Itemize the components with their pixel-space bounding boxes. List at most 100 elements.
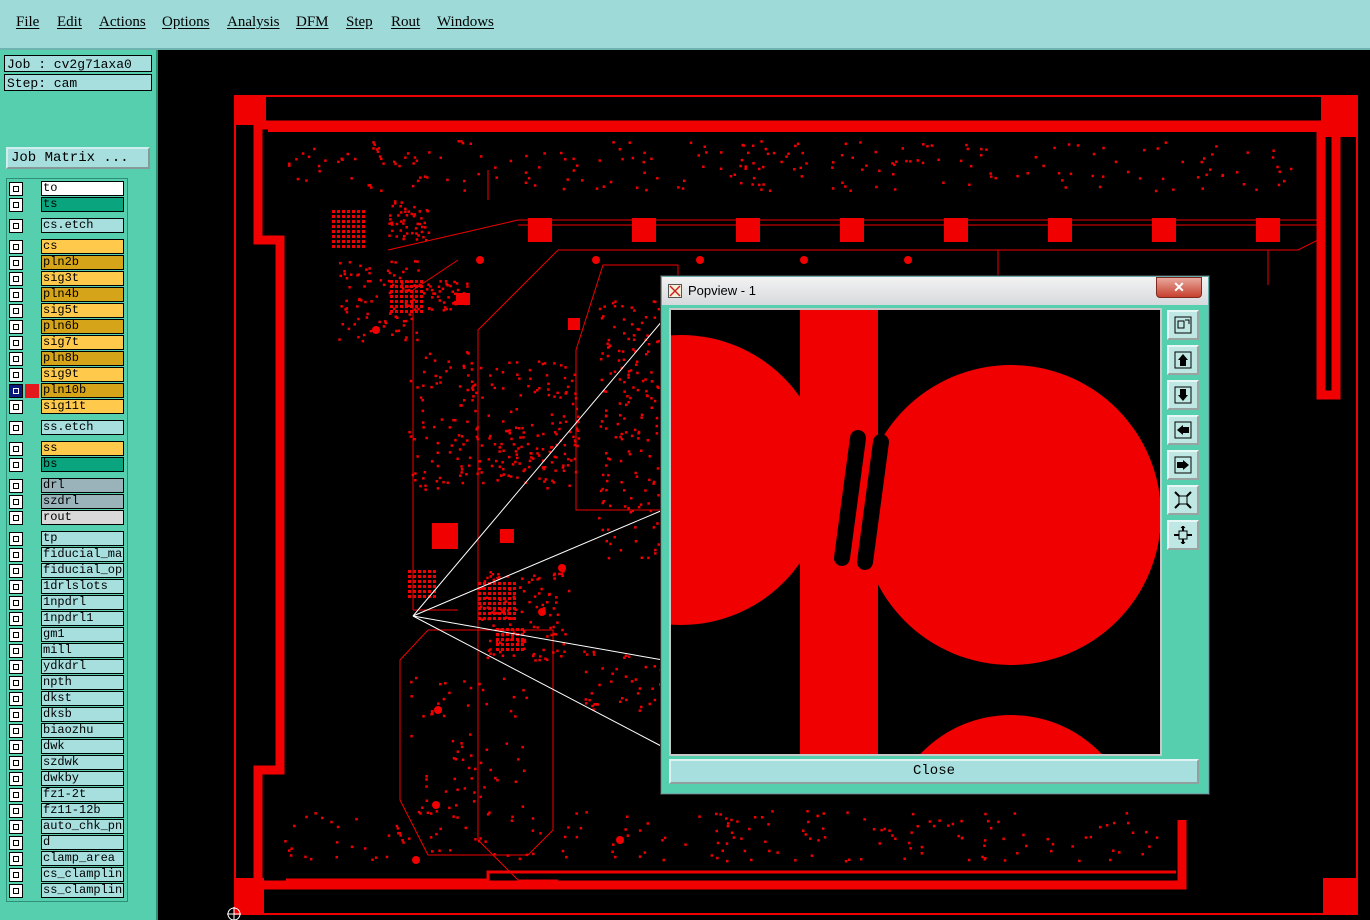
layer-row-fz11-12b[interactable]: fz11-12b [7, 803, 127, 819]
layer-row-auto_chk_pnl[interactable]: auto_chk_pnl [7, 819, 127, 835]
layer-row-ss_clampline[interactable]: ss_clampline [7, 883, 127, 899]
layer-checkbox[interactable] [9, 384, 23, 398]
layer-checkbox[interactable] [9, 495, 23, 509]
layer-checkbox[interactable] [9, 256, 23, 270]
layer-row-szdwk[interactable]: szdwk [7, 755, 127, 771]
zoom-fit-icon[interactable] [1167, 310, 1199, 340]
pan-right-icon[interactable] [1167, 450, 1199, 480]
layer-row-dwk[interactable]: dwk [7, 739, 127, 755]
layer-name[interactable]: dksb [41, 707, 124, 722]
menu-dfm[interactable]: DFM [296, 14, 329, 31]
layer-checkbox[interactable] [9, 724, 23, 738]
menu-file[interactable]: File [16, 14, 39, 31]
layer-checkbox[interactable] [9, 288, 23, 302]
layer-name[interactable]: dwk [41, 739, 124, 754]
layer-list[interactable]: to ts cs.etch cs pln2b sig3t pln4b sig5t pln6b si… [6, 178, 128, 902]
layer-checkbox[interactable] [9, 756, 23, 770]
layer-checkbox[interactable] [9, 596, 23, 610]
layer-name[interactable]: dkst [41, 691, 124, 706]
layer-name[interactable]: pln2b [41, 255, 124, 270]
layer-name[interactable]: clamp_area [41, 851, 124, 866]
layer-name[interactable]: sig11t [41, 399, 124, 414]
layer-checkbox[interactable] [9, 788, 23, 802]
layer-row-bs[interactable]: bs [7, 457, 127, 473]
layer-checkbox[interactable] [9, 820, 23, 834]
layer-checkbox[interactable] [9, 548, 23, 562]
layer-name[interactable]: 1npdrl [41, 595, 124, 610]
layer-name[interactable]: pln6b [41, 319, 124, 334]
layer-row-gm1[interactable]: gm1 [7, 627, 127, 643]
layer-checkbox[interactable] [9, 272, 23, 286]
layer-name[interactable]: cs_clampline [41, 867, 124, 882]
layer-name[interactable]: rout [41, 510, 124, 525]
layer-row-1drlslots[interactable]: 1drlslots [7, 579, 127, 595]
pan-up-icon[interactable] [1167, 345, 1199, 375]
layer-name[interactable]: drl [41, 478, 124, 493]
layer-row-pln8b[interactable]: pln8b [7, 351, 127, 367]
layer-name[interactable]: fiducial_mar [41, 547, 124, 562]
layer-name[interactable]: szdwk [41, 755, 124, 770]
layer-checkbox[interactable] [9, 740, 23, 754]
layer-name[interactable]: biaozhu [41, 723, 124, 738]
layer-name[interactable]: ts [41, 197, 124, 212]
layer-name[interactable]: dwkby [41, 771, 124, 786]
layer-row-ydkdrl[interactable]: ydkdrl [7, 659, 127, 675]
layer-name[interactable]: npth [41, 675, 124, 690]
layer-checkbox[interactable] [9, 676, 23, 690]
menu-step[interactable]: Step [346, 14, 373, 31]
layer-checkbox[interactable] [9, 336, 23, 350]
layer-name[interactable]: 1npdrl1 [41, 611, 124, 626]
layer-row-ss.etch[interactable]: ss.etch [7, 420, 127, 436]
layer-checkbox[interactable] [9, 660, 23, 674]
layer-checkbox[interactable] [9, 628, 23, 642]
layer-row-pln4b[interactable]: pln4b [7, 287, 127, 303]
layer-checkbox[interactable] [9, 868, 23, 882]
job-matrix-button[interactable]: Job Matrix ... [6, 147, 150, 169]
layer-checkbox[interactable] [9, 580, 23, 594]
layer-row-pln2b[interactable]: pln2b [7, 255, 127, 271]
layer-row-sig9t[interactable]: sig9t [7, 367, 127, 383]
layer-checkbox[interactable] [9, 852, 23, 866]
pan-left-icon[interactable] [1167, 415, 1199, 445]
layer-row-sig5t[interactable]: sig5t [7, 303, 127, 319]
popview-titlebar[interactable]: Popview - 1 ✕ [662, 277, 1208, 305]
layer-name[interactable]: szdrl [41, 494, 124, 509]
layer-name[interactable]: 1drlslots [41, 579, 124, 594]
layer-checkbox[interactable] [9, 458, 23, 472]
layer-row-fz1-2t[interactable]: fz1-2t [7, 787, 127, 803]
layer-checkbox[interactable] [9, 240, 23, 254]
menu-edit[interactable]: Edit [57, 14, 82, 31]
layer-checkbox[interactable] [9, 479, 23, 493]
layer-row-to[interactable]: to [7, 181, 127, 197]
layer-row-szdrl[interactable]: szdrl [7, 494, 127, 510]
pan-down-icon[interactable] [1167, 380, 1199, 410]
zoom-in-icon[interactable] [1167, 520, 1199, 550]
layer-row-mill[interactable]: mill [7, 643, 127, 659]
layer-row-fiducial_mar[interactable]: fiducial_mar [7, 547, 127, 563]
close-button[interactable]: Close [669, 759, 1199, 784]
layer-row-ts[interactable]: ts [7, 197, 127, 213]
layer-row-sig7t[interactable]: sig7t [7, 335, 127, 351]
layer-checkbox[interactable] [9, 442, 23, 456]
layer-checkbox[interactable] [9, 511, 23, 525]
menu-analysis[interactable]: Analysis [227, 14, 280, 31]
popview-window[interactable]: Popview - 1 ✕ Close [661, 276, 1209, 794]
layer-row-pln10b[interactable]: pln10b [7, 383, 127, 399]
layer-name[interactable]: bs [41, 457, 124, 472]
layer-affected-indicator[interactable] [25, 384, 39, 398]
layer-row-tp[interactable]: tp [7, 531, 127, 547]
layer-row-ss[interactable]: ss [7, 441, 127, 457]
popview-zoom-view[interactable] [669, 308, 1162, 756]
layer-checkbox[interactable] [9, 304, 23, 318]
window-close-icon[interactable]: ✕ [1156, 277, 1202, 298]
layer-name[interactable]: auto_chk_pnl [41, 819, 124, 834]
layer-name[interactable]: pln4b [41, 287, 124, 302]
layer-name[interactable]: ss.etch [41, 420, 124, 435]
layer-row-npth[interactable]: npth [7, 675, 127, 691]
layer-name[interactable]: cs.etch [41, 218, 124, 233]
menu-options[interactable]: Options [162, 14, 210, 31]
layer-checkbox[interactable] [9, 320, 23, 334]
layer-checkbox[interactable] [9, 219, 23, 233]
layer-name[interactable]: ss [41, 441, 124, 456]
layer-row-drl[interactable]: drl [7, 478, 127, 494]
